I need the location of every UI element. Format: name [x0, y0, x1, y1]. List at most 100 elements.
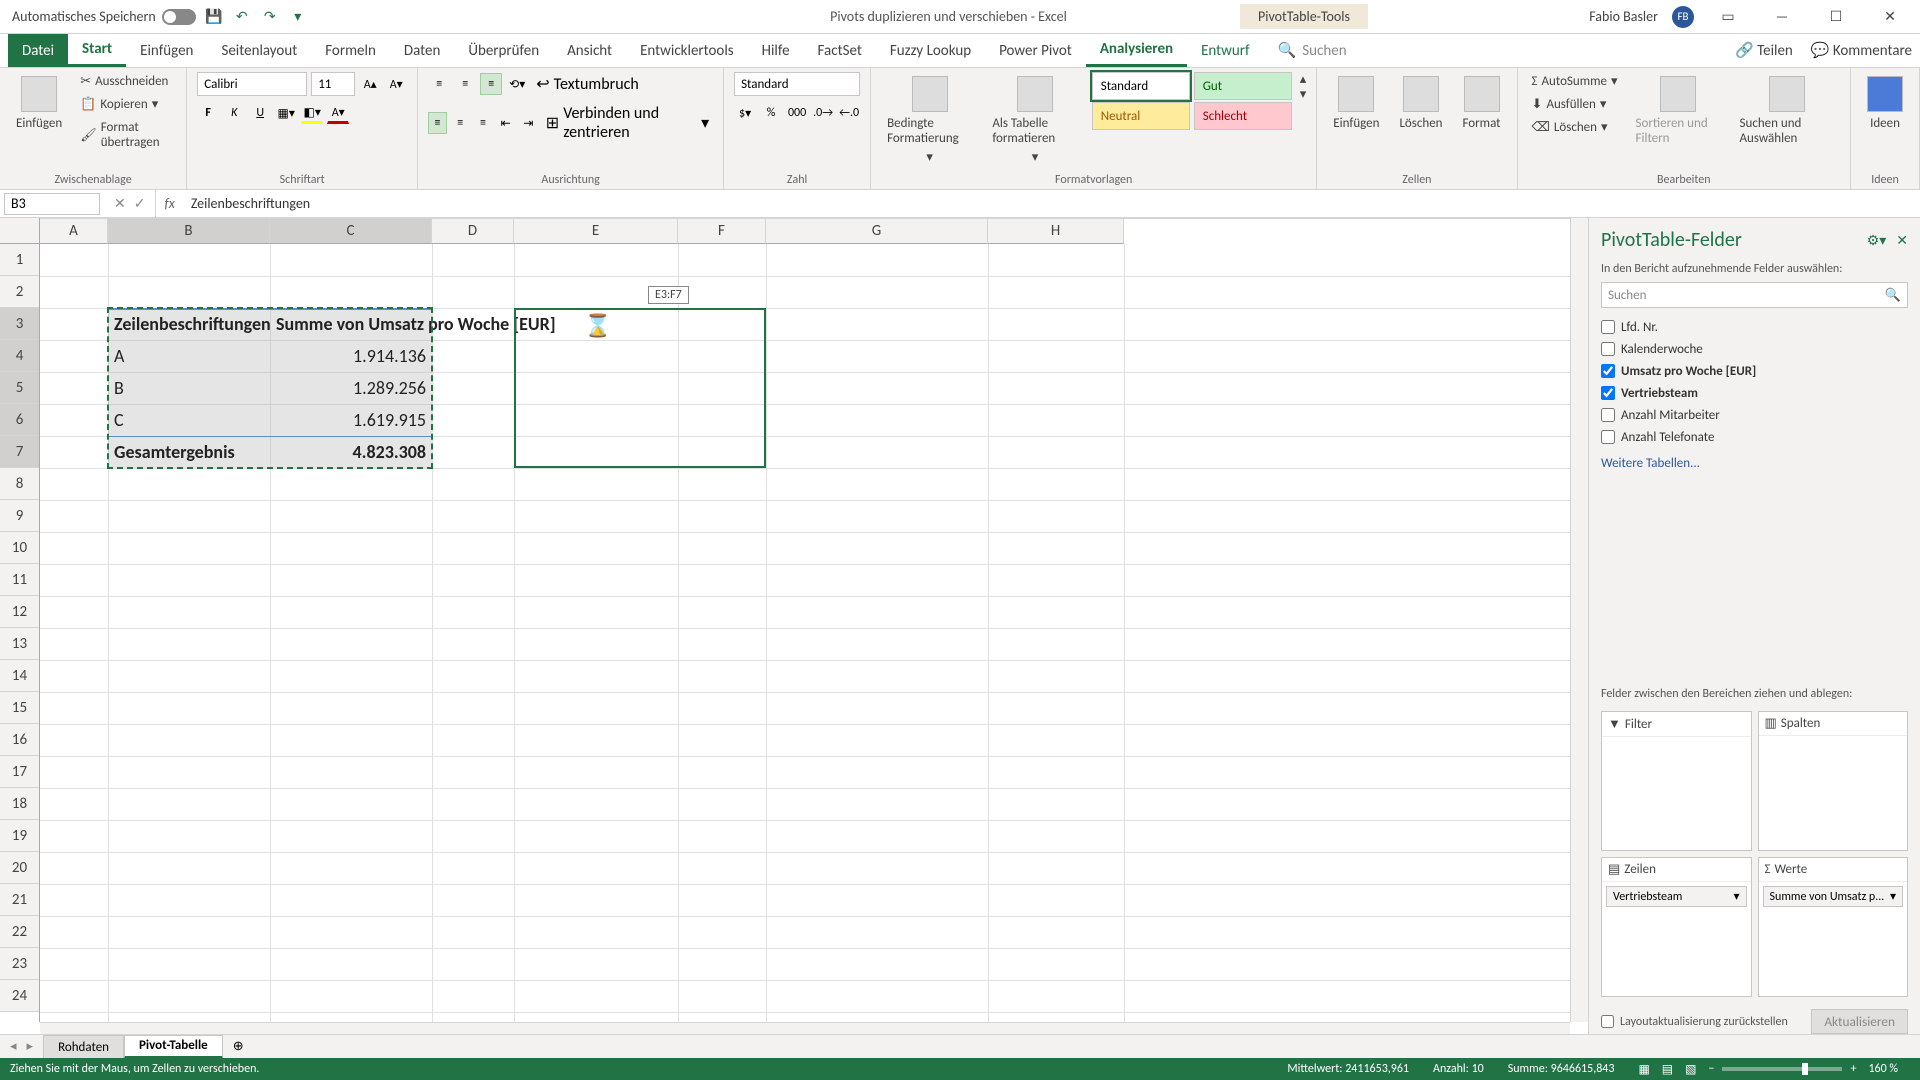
- comments-button[interactable]: 💬 Kommentare: [1811, 41, 1912, 60]
- name-box[interactable]: B3: [4, 193, 100, 215]
- align-center-icon[interactable]: ≡: [451, 112, 470, 134]
- wrap-text-button[interactable]: ↩ Textumbruch: [532, 72, 643, 96]
- row-header-5[interactable]: 5: [0, 372, 39, 404]
- tab-review[interactable]: Überprüfen: [454, 34, 553, 67]
- area-filter[interactable]: ▼Filter: [1601, 711, 1752, 851]
- maximize-icon[interactable]: ☐: [1816, 2, 1856, 32]
- thousands-icon[interactable]: 000: [786, 102, 808, 124]
- col-header-D[interactable]: D: [432, 219, 514, 244]
- ribbon-display-icon[interactable]: ▭: [1708, 2, 1748, 32]
- style-gut[interactable]: Gut: [1194, 72, 1292, 100]
- style-standard[interactable]: Standard: [1092, 72, 1190, 100]
- field-item[interactable]: Lfd. Nr.: [1601, 316, 1908, 338]
- row-header-4[interactable]: 4: [0, 340, 39, 372]
- col-header-G[interactable]: G: [766, 219, 988, 244]
- row-header-6[interactable]: 6: [0, 404, 39, 436]
- row-header-12[interactable]: 12: [0, 596, 39, 628]
- tab-file[interactable]: Datei: [8, 34, 68, 67]
- area-values[interactable]: ΣWerte Summe von Umsatz p...▾: [1758, 857, 1909, 997]
- field-item[interactable]: Anzahl Mitarbeiter: [1601, 404, 1908, 426]
- align-left-icon[interactable]: ≡: [428, 112, 447, 134]
- row-header-20[interactable]: 20: [0, 852, 39, 884]
- tab-view[interactable]: Ansicht: [553, 34, 626, 67]
- field-checkbox[interactable]: [1601, 364, 1615, 378]
- align-bottom-icon[interactable]: ≡: [480, 73, 502, 95]
- style-schlecht[interactable]: Schlecht: [1194, 102, 1292, 130]
- view-pagelayout-icon[interactable]: ▤: [1662, 1062, 1673, 1077]
- col-header-E[interactable]: E: [514, 219, 678, 244]
- area-value-item[interactable]: Summe von Umsatz p...▾: [1763, 886, 1904, 907]
- confirm-formula-icon[interactable]: ✓: [134, 195, 146, 212]
- tab-factset[interactable]: FactSet: [804, 34, 876, 67]
- area-columns[interactable]: ▥Spalten: [1758, 711, 1909, 851]
- tab-start[interactable]: Start: [68, 34, 126, 67]
- zoom-level[interactable]: 160 %: [1856, 1062, 1910, 1076]
- indent-increase-icon[interactable]: ⇥: [519, 112, 538, 134]
- tab-insert[interactable]: Einfügen: [126, 34, 207, 67]
- autosum-button[interactable]: Σ AutoSumme ▾: [1528, 72, 1622, 91]
- defer-layout-checkbox[interactable]: [1601, 1015, 1614, 1028]
- col-header-H[interactable]: H: [988, 219, 1124, 244]
- ideas-button[interactable]: Ideen: [1861, 72, 1909, 135]
- field-checkbox[interactable]: [1601, 408, 1615, 422]
- cancel-formula-icon[interactable]: ✕: [114, 195, 126, 212]
- sheet-tab-pivot[interactable]: Pivot-Tabelle: [124, 1035, 223, 1059]
- format-cells-button[interactable]: Format: [1457, 72, 1507, 135]
- row-header-16[interactable]: 16: [0, 724, 39, 756]
- find-select-button[interactable]: Suchen und Auswählen: [1734, 72, 1840, 150]
- row-header-24[interactable]: 24: [0, 980, 39, 1012]
- field-checkbox[interactable]: [1601, 320, 1615, 334]
- field-item[interactable]: Anzahl Telefonate: [1601, 426, 1908, 448]
- area-row-item[interactable]: Vertriebsteam▾: [1606, 886, 1747, 907]
- field-search[interactable]: Suchen 🔍: [1601, 282, 1908, 308]
- percent-icon[interactable]: %: [760, 102, 782, 124]
- row-header-8[interactable]: 8: [0, 468, 39, 500]
- row-header-15[interactable]: 15: [0, 692, 39, 724]
- row-header-10[interactable]: 10: [0, 532, 39, 564]
- fx-icon[interactable]: fx: [156, 195, 182, 212]
- fill-button[interactable]: ⬇ Ausfüllen ▾: [1528, 95, 1622, 114]
- more-tables-link[interactable]: Weitere Tabellen...: [1589, 448, 1920, 479]
- font-size-select[interactable]: 11: [311, 72, 355, 96]
- redo-icon[interactable]: ↷: [260, 7, 280, 27]
- save-icon[interactable]: 💾: [204, 7, 224, 27]
- align-right-icon[interactable]: ≡: [474, 112, 493, 134]
- copy-button[interactable]: 📋 Kopieren ▾: [76, 95, 176, 114]
- row-header-21[interactable]: 21: [0, 884, 39, 916]
- pane-gear-icon[interactable]: ⚙▾: [1867, 232, 1887, 249]
- sheet-nav-last-icon[interactable]: ▸: [27, 1039, 34, 1054]
- field-item[interactable]: Kalenderwoche: [1601, 338, 1908, 360]
- number-format-select[interactable]: Standard: [734, 72, 860, 96]
- close-icon[interactable]: ✕: [1870, 2, 1910, 32]
- fill-color-button[interactable]: ◧▾: [301, 102, 323, 124]
- increase-decimal-icon[interactable]: .0→: [812, 102, 834, 124]
- row-header-2[interactable]: 2: [0, 276, 39, 308]
- zoom-out-icon[interactable]: −: [1708, 1062, 1714, 1076]
- toggle-switch[interactable]: [162, 9, 196, 25]
- sheet-nav-first-icon[interactable]: ◂: [10, 1039, 17, 1054]
- row-header-17[interactable]: 17: [0, 756, 39, 788]
- user-name[interactable]: Fabio Basler: [1589, 8, 1658, 25]
- tab-design[interactable]: Entwurf: [1187, 34, 1264, 67]
- share-button[interactable]: 🔗 Teilen: [1735, 41, 1793, 60]
- field-checkbox[interactable]: [1601, 342, 1615, 356]
- row-header-1[interactable]: 1: [0, 244, 39, 276]
- col-header-A[interactable]: A: [40, 219, 108, 244]
- row-header-14[interactable]: 14: [0, 660, 39, 692]
- tab-powerpivot[interactable]: Power Pivot: [985, 34, 1086, 67]
- sort-filter-button[interactable]: Sortieren und Filtern: [1630, 72, 1726, 150]
- undo-icon[interactable]: ↶: [232, 7, 252, 27]
- orientation-icon[interactable]: ⟲▾: [506, 73, 528, 95]
- tab-data[interactable]: Daten: [390, 34, 454, 67]
- delete-cells-button[interactable]: Löschen: [1393, 72, 1448, 135]
- row-header-22[interactable]: 22: [0, 916, 39, 948]
- tab-pagelayout[interactable]: Seitenlayout: [207, 34, 311, 67]
- cut-button[interactable]: ✂ Ausschneiden: [76, 72, 176, 91]
- row-header-23[interactable]: 23: [0, 948, 39, 980]
- align-middle-icon[interactable]: ≡: [454, 73, 476, 95]
- autosave-toggle[interactable]: Automatisches Speichern: [12, 8, 196, 25]
- merge-button[interactable]: ⊞ Verbinden und zentrieren ▾: [542, 102, 713, 144]
- field-checkbox[interactable]: [1601, 386, 1615, 400]
- font-name-select[interactable]: Calibri: [197, 72, 307, 96]
- sheet-tab-rohdaten[interactable]: Rohdaten: [43, 1035, 124, 1059]
